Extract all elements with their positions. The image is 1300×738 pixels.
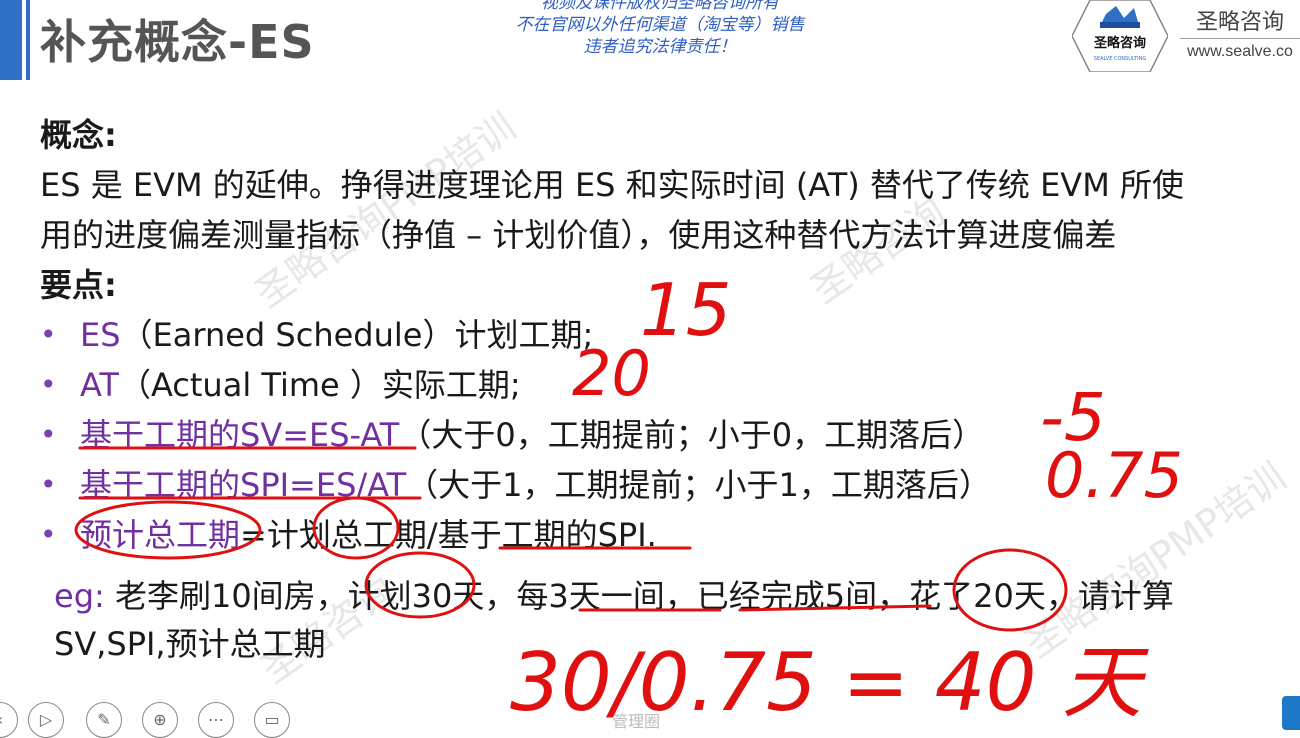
company-logo: 圣略咨询 SEALVE CONSULTING <box>1072 0 1168 72</box>
brand-name: 圣略咨询 <box>1195 10 1284 35</box>
list-item: • 基于工期的SPI=ES/AT（大于1，工期提前；小于1，工期落后） <box>40 460 1280 510</box>
list-item: • 基于工期的SV=ES-AT（大于0，工期提前；小于0，工期落后） <box>40 410 1280 460</box>
footer-source: 管理圈 <box>612 712 661 731</box>
example-line-2: SV,SPI,预计总工期 <box>54 625 326 663</box>
point-text: （大于0，工期提前；小于0，工期落后） <box>399 416 985 454</box>
list-item: • ES（Earned Schedule）计划工期; <box>40 310 1280 360</box>
example-text: 老李刷10间房，计划30天，每3天一间，已经完成5间，花了20天，请计算 <box>114 577 1174 615</box>
title-accent-bar-thin <box>26 0 30 80</box>
brand-divider <box>1180 38 1300 39</box>
example-label: eg: <box>54 577 105 615</box>
play-icon[interactable]: ▷ <box>28 702 64 738</box>
bullet-icon: • <box>40 368 57 401</box>
example-block: eg: 老李刷10间房，计划30天，每3天一间，已经完成5间，花了20天，请计算… <box>54 572 1274 668</box>
zoom-icon[interactable]: ⊕ <box>142 702 178 738</box>
point-key: 预计总工期 <box>80 516 241 554</box>
notice-line-1: 视频及课件版权归圣略咨询所有 <box>541 0 779 13</box>
logo-text: 圣略咨询 <box>1094 35 1146 51</box>
list-item: • AT（Actual Time ）实际工期; <box>40 360 1280 410</box>
bullet-icon: • <box>40 318 57 351</box>
point-key: 基于工期的SPI=ES/AT <box>80 466 407 504</box>
point-text: （大于1，工期提前；小于1，工期落后） <box>406 466 991 504</box>
point-key: ES <box>80 316 121 354</box>
example-line-1: eg: 老李刷10间房，计划30天，每3天一间，已经完成5间，花了20天，请计算 <box>54 572 1274 620</box>
bullet-icon: • <box>40 518 57 551</box>
brand-block: 圣略咨询 www.sealve.co <box>1180 4 1300 61</box>
screen-icon[interactable]: ▭ <box>254 702 290 738</box>
notice-line-3: 违者追究法律责任！ <box>583 37 737 57</box>
page-indicator[interactable] <box>1282 696 1300 730</box>
pen-icon[interactable]: ✎ <box>86 702 122 738</box>
prev-icon[interactable]: ‹ <box>0 702 18 738</box>
notice-line-2: 不在官网以外任何渠道（淘宝等）销售 <box>515 15 805 35</box>
bullet-icon: • <box>40 418 57 451</box>
presentation-toolbar: ‹ ▷ ✎ ⊕ ⋯ ▭ <box>0 698 320 738</box>
title-accent-bar <box>0 0 22 80</box>
more-icon[interactable]: ⋯ <box>198 702 234 738</box>
concept-line-2: 用的进度偏差测量指标（挣值 – 计划价值），使用这种替代方法计算进度偏差 <box>40 216 1117 254</box>
logo-subtext: SEALVE CONSULTING <box>1094 56 1147 62</box>
slide-title: 补充概念-ES <box>40 15 315 69</box>
brand-url: www.sealve.co <box>1187 43 1293 60</box>
point-text: （Earned Schedule）计划工期; <box>120 316 594 354</box>
list-item: • 预计总工期=计划总工期/基于工期的SPI. <box>40 510 1280 560</box>
copyright-notice: 视频及课件版权归圣略咨询所有 不在官网以外任何渠道（淘宝等）销售 违者追究法律责… <box>470 0 850 58</box>
points-heading: 要点: <box>40 266 117 304</box>
point-text: （Actual Time ）实际工期; <box>118 366 521 404</box>
point-key: AT <box>80 366 119 404</box>
bullet-icon: • <box>40 468 57 501</box>
concept-line-1: ES 是 EVM 的延伸。挣得进度理论用 ES 和实际时间 (AT) 替代了传统… <box>40 166 1184 204</box>
concept-heading: 概念: <box>40 116 117 154</box>
slide-content: 概念: ES 是 EVM 的延伸。挣得进度理论用 ES 和实际时间 (AT) 替… <box>40 110 1280 560</box>
point-text: =计划总工期/基于工期的SPI. <box>240 516 657 554</box>
point-key: 基于工期的SV=ES-AT <box>80 416 400 454</box>
points-list: • ES（Earned Schedule）计划工期; • AT（Actual Tim… <box>40 310 1280 560</box>
